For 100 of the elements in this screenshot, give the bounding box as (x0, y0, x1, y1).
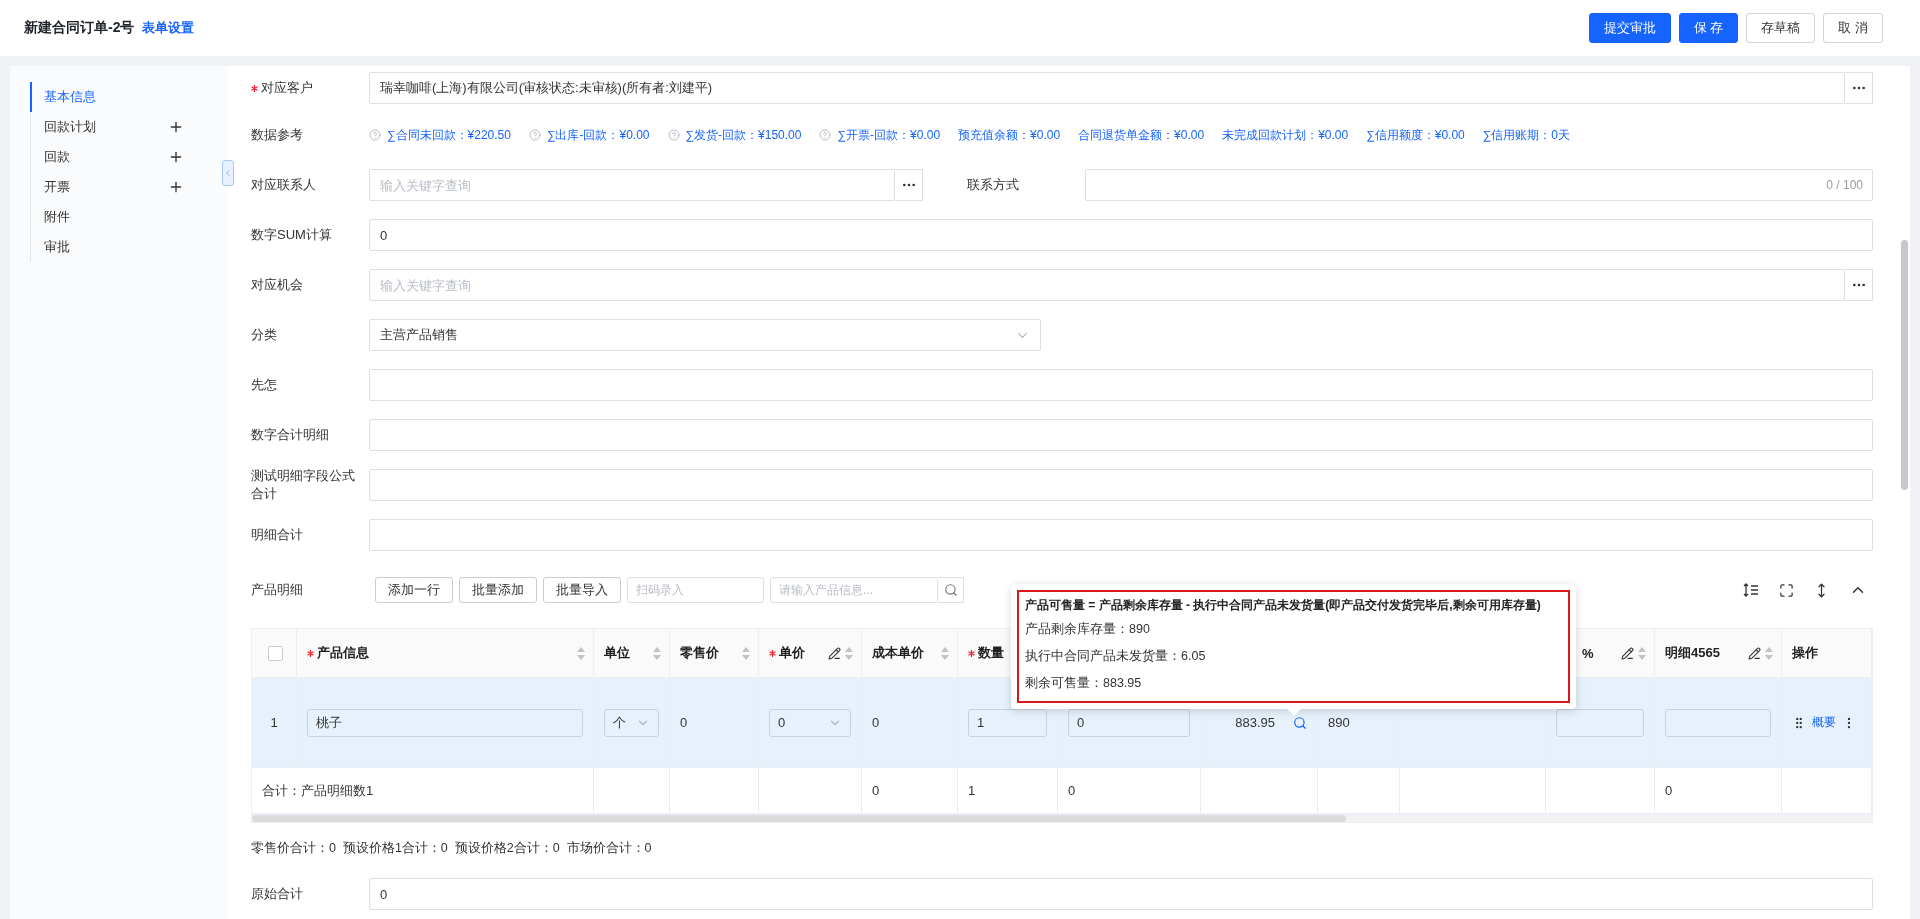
field-label: 原始合计 (251, 885, 303, 903)
search-icon (943, 583, 958, 597)
select-field[interactable]: 主营产品销售 (369, 319, 1041, 351)
field-label: 对应客户 (251, 79, 313, 97)
column-title: 数量 (968, 644, 1004, 662)
header-button[interactable]: 保 存 (1678, 13, 1739, 43)
cell-input[interactable]: 0 (1068, 708, 1190, 737)
data-reference-link[interactable]: ∑发货-回款：¥150.00 (667, 126, 802, 144)
column-title: 单价 (769, 644, 805, 662)
required-icon (769, 649, 776, 657)
scrollbar[interactable] (1901, 240, 1908, 490)
plus-icon[interactable] (168, 119, 184, 135)
field-label: 联系方式 (967, 176, 1019, 194)
column-title: 单位 (604, 644, 630, 662)
header-button[interactable]: 存草稿 (1746, 13, 1816, 43)
table-cell: 1 (252, 678, 297, 768)
data-reference-link[interactable]: ∑合同未回款：¥220.50 (369, 126, 511, 144)
cell-input[interactable] (1556, 708, 1644, 737)
scan-input-field[interactable]: 扫码录入 (627, 577, 764, 603)
search-button[interactable] (938, 577, 964, 603)
table-cell: 0 (862, 678, 958, 768)
data-reference-link[interactable]: ∑信用账期：0天 (1482, 126, 1570, 144)
toolbar-button[interactable]: 批量导入 (543, 577, 621, 603)
data-reference-link[interactable]: ∑出库-回款：¥0.00 (528, 126, 650, 144)
input-field[interactable]: 瑞幸咖啡(上海)有限公司(审核状态:未审核)(所有者:刘建平) (369, 72, 1845, 104)
input-field[interactable] (369, 469, 1873, 501)
collapse-handle[interactable] (222, 160, 234, 186)
scrollbar[interactable] (252, 815, 1346, 822)
form-settings-link[interactable]: 表单设置 (142, 19, 195, 37)
character-counter: 0 / 100 (1826, 178, 1863, 192)
cell-input[interactable]: 桃子 (307, 708, 583, 737)
summary-link[interactable]: 概要 (1812, 714, 1836, 731)
input-field[interactable] (369, 519, 1873, 551)
totals-summary: 零售价合计：0 预设价格1合计：0 预设价格2合计：0 市场价合计：0 (251, 839, 653, 857)
tooltip-line: 执行中合同产品未发货量：6.05 (1025, 648, 1207, 665)
input-field[interactable] (1085, 169, 1873, 201)
more-button[interactable] (1845, 72, 1873, 104)
plus-icon[interactable] (168, 179, 184, 195)
data-reference-link[interactable]: 预充值余额：¥0.00 (958, 126, 1061, 144)
cell-value: 883.95 (1235, 715, 1275, 730)
search-icon[interactable] (1293, 715, 1307, 730)
help-icon[interactable] (819, 129, 832, 141)
input-field[interactable] (369, 369, 1873, 401)
data-reference-link[interactable]: 合同退货单金额：¥0.00 (1078, 126, 1205, 144)
page-title: 新建合同订单-2号 (24, 19, 135, 37)
column-title: 成本单价 (872, 644, 924, 662)
product-search-field[interactable]: 请输入产品信息... (770, 577, 938, 603)
cell-input[interactable] (1665, 708, 1771, 737)
sidebar-item[interactable]: 审批 (30, 232, 200, 262)
table-cell: 0 (1655, 768, 1782, 814)
more-button[interactable] (895, 169, 923, 201)
field-label: 分类 (251, 326, 277, 344)
edit-icon[interactable] (828, 646, 841, 660)
cell-select[interactable]: 个 (604, 708, 659, 737)
table-cell: 0 (670, 678, 759, 768)
input-field[interactable] (369, 419, 1873, 451)
help-icon[interactable] (528, 129, 541, 141)
table-cell: 1 (958, 768, 1058, 814)
toolbar-button[interactable]: 添加一行 (375, 577, 453, 603)
toolbar-button[interactable]: 批量添加 (459, 577, 537, 603)
input-field[interactable]: 输入关键字查询 (369, 269, 1845, 301)
required-icon (968, 649, 975, 657)
field-label: 测试明细字段公式合计 (251, 467, 356, 503)
fullscreen-icon[interactable] (1779, 582, 1794, 598)
sort-icon[interactable] (577, 646, 585, 660)
input-field[interactable]: 输入关键字查询 (369, 169, 895, 201)
line-height-icon[interactable] (1743, 582, 1759, 598)
plus-icon[interactable] (168, 149, 184, 165)
data-reference-link[interactable]: ∑开票-回款：¥0.00 (819, 126, 941, 144)
sidebar-item[interactable]: 回款计划 (30, 112, 200, 142)
edit-icon[interactable] (1621, 646, 1634, 660)
input-field[interactable]: 0 (369, 878, 1873, 910)
field-label: 数字SUM计算 (251, 226, 332, 244)
header-button[interactable]: 提交审批 (1588, 13, 1671, 43)
edit-icon[interactable] (1748, 646, 1761, 660)
sidebar-item[interactable]: 附件 (30, 202, 200, 232)
input-field[interactable]: 0 (369, 219, 1873, 251)
header-button[interactable]: 取 消 (1823, 13, 1883, 43)
sort-icon[interactable] (653, 646, 661, 660)
sort-icon[interactable] (742, 646, 750, 660)
data-reference-link[interactable]: 未完成回款计划：¥0.00 (1222, 126, 1349, 144)
more-button[interactable] (1845, 269, 1873, 301)
column-title: 明细4565 (1665, 644, 1720, 662)
required-icon (307, 649, 314, 657)
column-title: 产品信息 (307, 644, 369, 662)
field-label: 数字合计明细 (251, 426, 329, 444)
cell-select[interactable]: 0 (769, 708, 851, 737)
checkbox[interactable] (267, 645, 283, 661)
column-title: 零售价 (680, 644, 719, 662)
table-cell: 0 (1058, 768, 1201, 814)
data-reference-link[interactable]: ∑信用额度：¥0.00 (1366, 126, 1465, 144)
sidebar-item[interactable]: 基本信息 (30, 82, 200, 112)
help-icon[interactable] (369, 129, 381, 141)
cell-input[interactable]: 1 (968, 708, 1047, 737)
table-cell: 合计：产品明细数1 (252, 768, 594, 814)
sidebar-item[interactable]: 开票 (30, 172, 200, 202)
sort-icon[interactable] (941, 646, 949, 660)
sidebar-item[interactable]: 回款 (30, 142, 200, 172)
help-icon[interactable] (667, 129, 680, 141)
required-icon (251, 84, 258, 92)
